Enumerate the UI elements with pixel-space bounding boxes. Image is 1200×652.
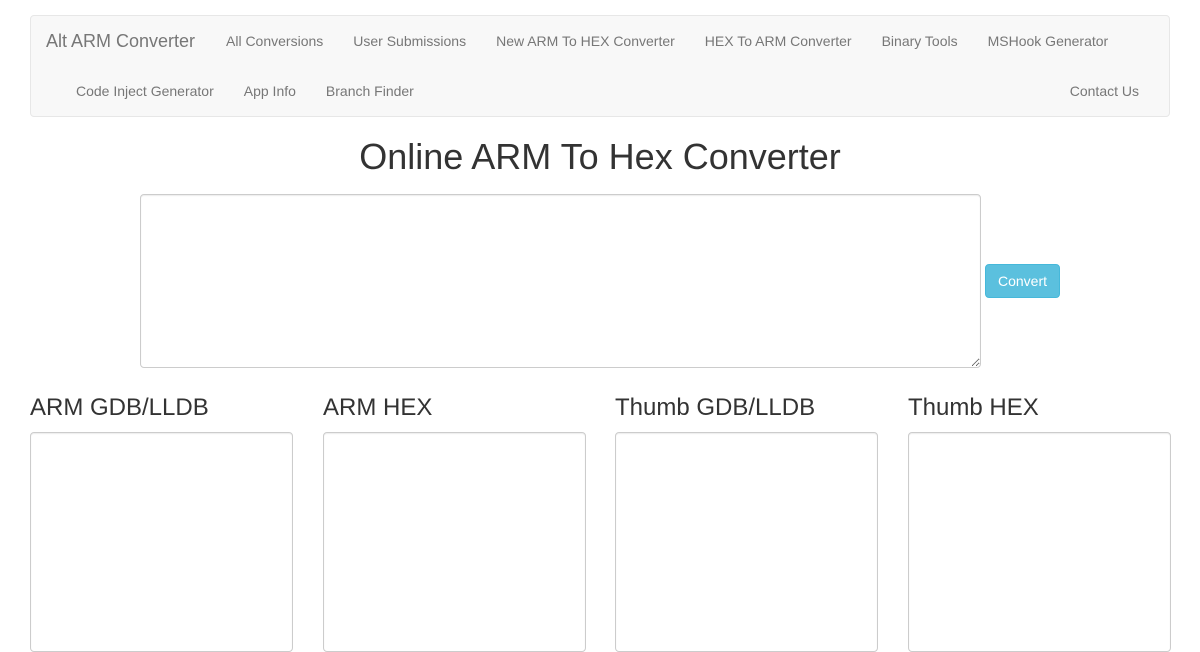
output-arm-hex-field[interactable] [323,432,586,652]
nav-link-mshook-generator[interactable]: MSHook Generator [973,16,1124,66]
nav-link-contact-us[interactable]: Contact Us [1055,66,1154,116]
nav-link-user-submissions[interactable]: User Submissions [338,16,481,66]
nav-link-code-inject-generator[interactable]: Code Inject Generator [61,66,229,116]
output-column-arm-hex: ARM HEX [323,391,586,652]
output-column-arm-gdb: ARM GDB/LLDB [30,391,293,652]
output-thumb-hex-field[interactable] [908,432,1171,652]
convert-button[interactable]: Convert [985,264,1060,298]
output-thumb-gdb-field[interactable] [615,432,878,652]
output-column-thumb-gdb: Thumb GDB/LLDB [615,391,878,652]
nav-link-hex-to-arm[interactable]: HEX To ARM Converter [690,16,867,66]
nav-link-app-info[interactable]: App Info [229,66,311,116]
output-heading-thumb-hex: Thumb HEX [908,394,1039,421]
output-heading-arm-gdb: ARM GDB/LLDB [30,394,209,421]
arm-code-input[interactable] [140,194,981,368]
nav-link-branch-finder[interactable]: Branch Finder [311,66,429,116]
output-heading-arm-hex: ARM HEX [323,394,433,421]
output-heading-thumb-gdb: Thumb GDB/LLDB [615,394,816,421]
top-navbar: Alt ARM Converter All Conversions User S… [30,15,1170,117]
page-title: Online ARM To Hex Converter [359,136,841,177]
output-column-thumb-hex: Thumb HEX [908,391,1171,652]
nav-link-all-conversions[interactable]: All Conversions [211,16,338,66]
nav-link-binary-tools[interactable]: Binary Tools [867,16,973,66]
brand-link[interactable]: Alt ARM Converter [46,16,195,66]
nav-link-new-arm-to-hex[interactable]: New ARM To HEX Converter [481,16,690,66]
nav-row-secondary: Code Inject Generator App Info Branch Fi… [61,66,429,116]
nav-row-primary: All Conversions User Submissions New ARM… [211,16,1123,66]
output-arm-gdb-field[interactable] [30,432,293,652]
